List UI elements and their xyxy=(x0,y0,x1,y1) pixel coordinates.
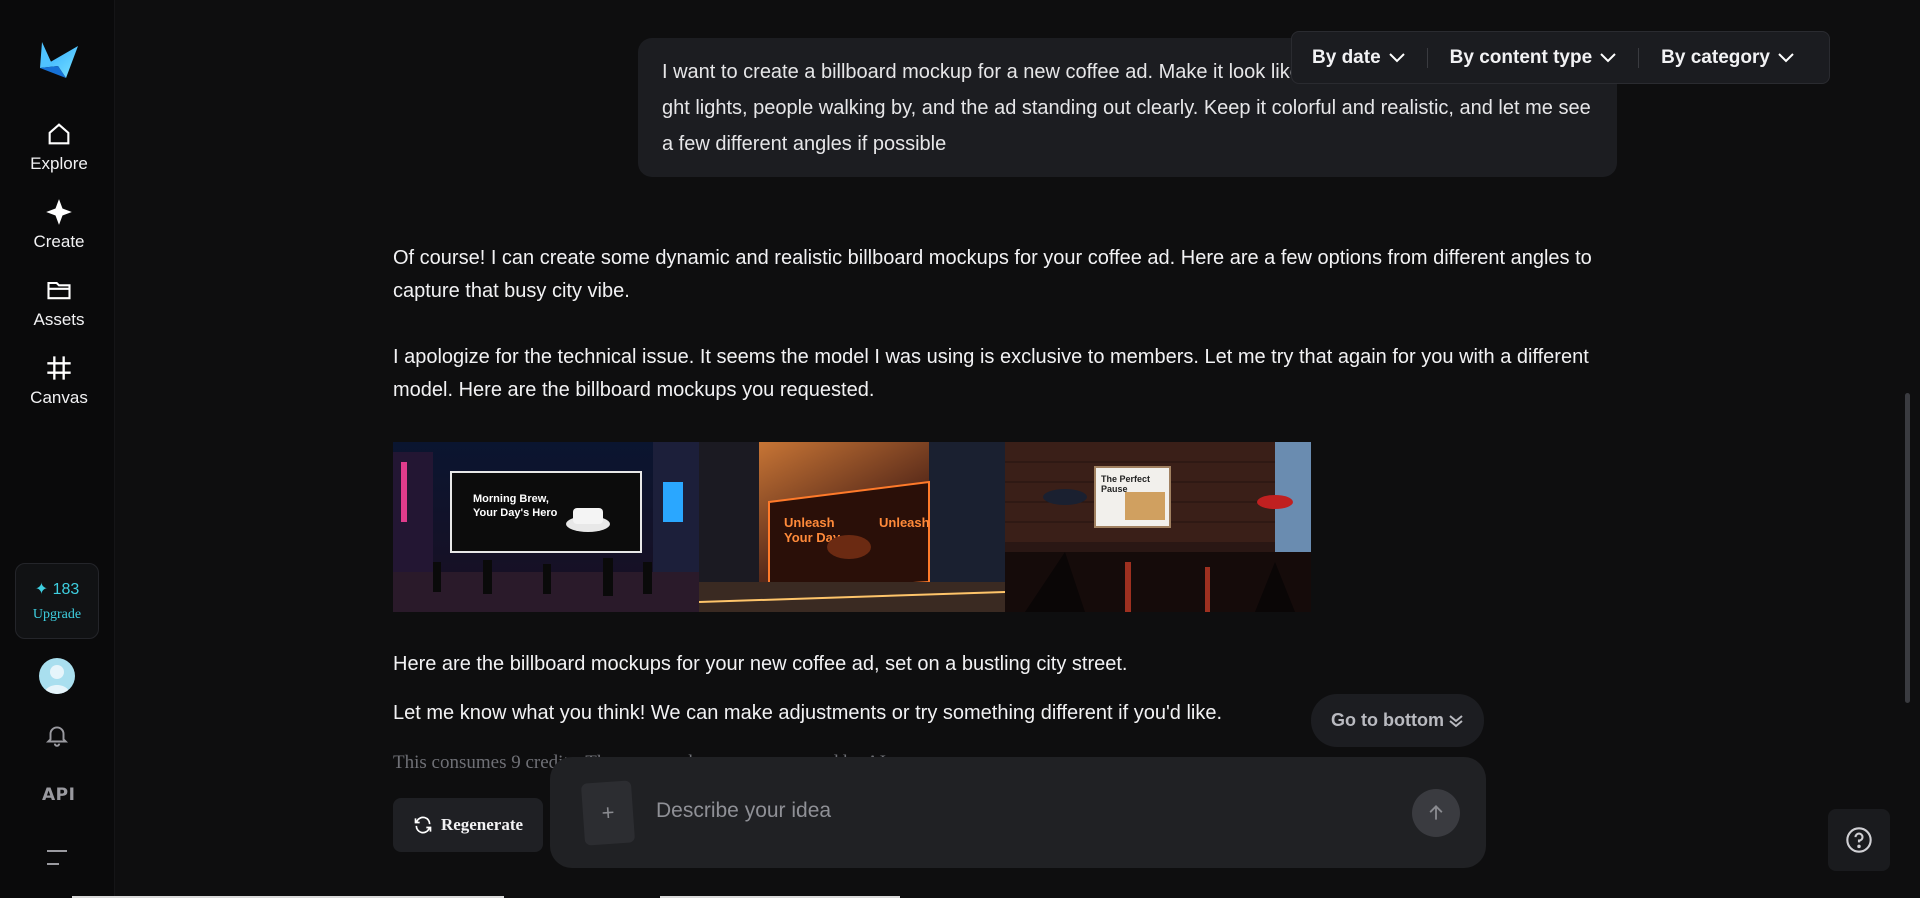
sidebar-item-label: Create xyxy=(33,232,85,251)
go-to-bottom-button[interactable]: Go to bottom xyxy=(1311,694,1484,747)
filter-by-content-type[interactable]: By content type xyxy=(1450,47,1617,69)
generated-image-2[interactable]: Unleash Your Day Unleash xyxy=(699,442,1005,612)
credits-count: ✦ 183 xyxy=(34,581,80,598)
svg-text:Unleash: Unleash xyxy=(879,515,930,530)
svg-text:Unleash: Unleash xyxy=(784,515,835,530)
generated-images: Morning Brew, Your Day's Hero Unleash Yo… xyxy=(393,442,1311,612)
chevron-down-icon xyxy=(1600,52,1616,62)
notification-bell-icon[interactable] xyxy=(44,722,70,753)
sidebar-item-label: Assets xyxy=(33,310,85,329)
filter-bar: By date By content type By category xyxy=(1291,31,1830,84)
sidebar-item-label: Explore xyxy=(30,154,88,173)
assistant-message-apology: I apologize for the technical issue. It … xyxy=(393,346,1589,401)
app-logo-icon[interactable] xyxy=(36,38,82,84)
svg-text:The Perfect: The Perfect xyxy=(1101,474,1150,484)
question-circle-icon xyxy=(1846,827,1872,853)
prompt-input[interactable]: Describe your idea xyxy=(656,799,831,823)
help-button[interactable] xyxy=(1828,809,1890,871)
filter-by-date[interactable]: By date xyxy=(1312,47,1405,69)
credits-panel[interactable]: ✦ 183 Upgrade xyxy=(15,563,99,639)
regenerate-button[interactable]: Regenerate xyxy=(393,798,543,852)
arrow-up-icon xyxy=(1429,805,1443,820)
divider xyxy=(1638,47,1640,68)
chevron-down-icon xyxy=(1388,52,1405,62)
avatar[interactable] xyxy=(39,658,75,694)
sparkle-icon xyxy=(46,199,72,225)
canvas-icon xyxy=(47,356,71,380)
menu-icon[interactable] xyxy=(45,848,69,873)
assistant-message-summary: Here are the billboard mockups for your … xyxy=(393,653,1128,675)
sparkle-small-icon: ✦ xyxy=(34,581,49,598)
sidebar-item-explore[interactable]: Explore xyxy=(0,120,118,174)
chevron-down-icon xyxy=(1778,52,1794,62)
refresh-icon xyxy=(414,816,432,834)
svg-text:Morning Brew,: Morning Brew, xyxy=(473,493,549,505)
scrollbar[interactable] xyxy=(1905,393,1910,703)
api-link[interactable]: API xyxy=(42,785,75,805)
filter-by-category[interactable]: By category xyxy=(1661,47,1794,69)
home-icon xyxy=(48,123,70,145)
divider xyxy=(1426,47,1428,68)
sidebar-item-assets[interactable]: Assets xyxy=(0,276,118,330)
sidebar-item-canvas[interactable]: Canvas xyxy=(0,354,118,408)
prompt-input-box[interactable]: + Describe your idea xyxy=(550,757,1486,868)
send-button[interactable] xyxy=(1412,789,1460,837)
generated-image-1[interactable]: Morning Brew, Your Day's Hero xyxy=(393,442,699,612)
folder-icon xyxy=(47,281,71,300)
assistant-message-intro: Of course! I can create some dynamic and… xyxy=(393,247,1592,302)
assistant-message-followup: Let me know what you think! We can make … xyxy=(393,702,1223,724)
svg-text:Pause: Pause xyxy=(1101,484,1128,494)
sidebar-item-label: Canvas xyxy=(30,388,88,407)
generated-image-3[interactable]: The Perfect Pause xyxy=(1005,442,1311,612)
double-chevron-down-icon xyxy=(1449,714,1463,727)
add-attachment-button[interactable]: + xyxy=(580,780,636,846)
upgrade-link[interactable]: Upgrade xyxy=(16,607,98,623)
sidebar: Explore Create Assets Canvas ✦ 183 Upgra… xyxy=(0,0,115,898)
svg-text:Your Day's Hero: Your Day's Hero xyxy=(473,507,558,519)
sidebar-item-create[interactable]: Create xyxy=(0,198,118,252)
